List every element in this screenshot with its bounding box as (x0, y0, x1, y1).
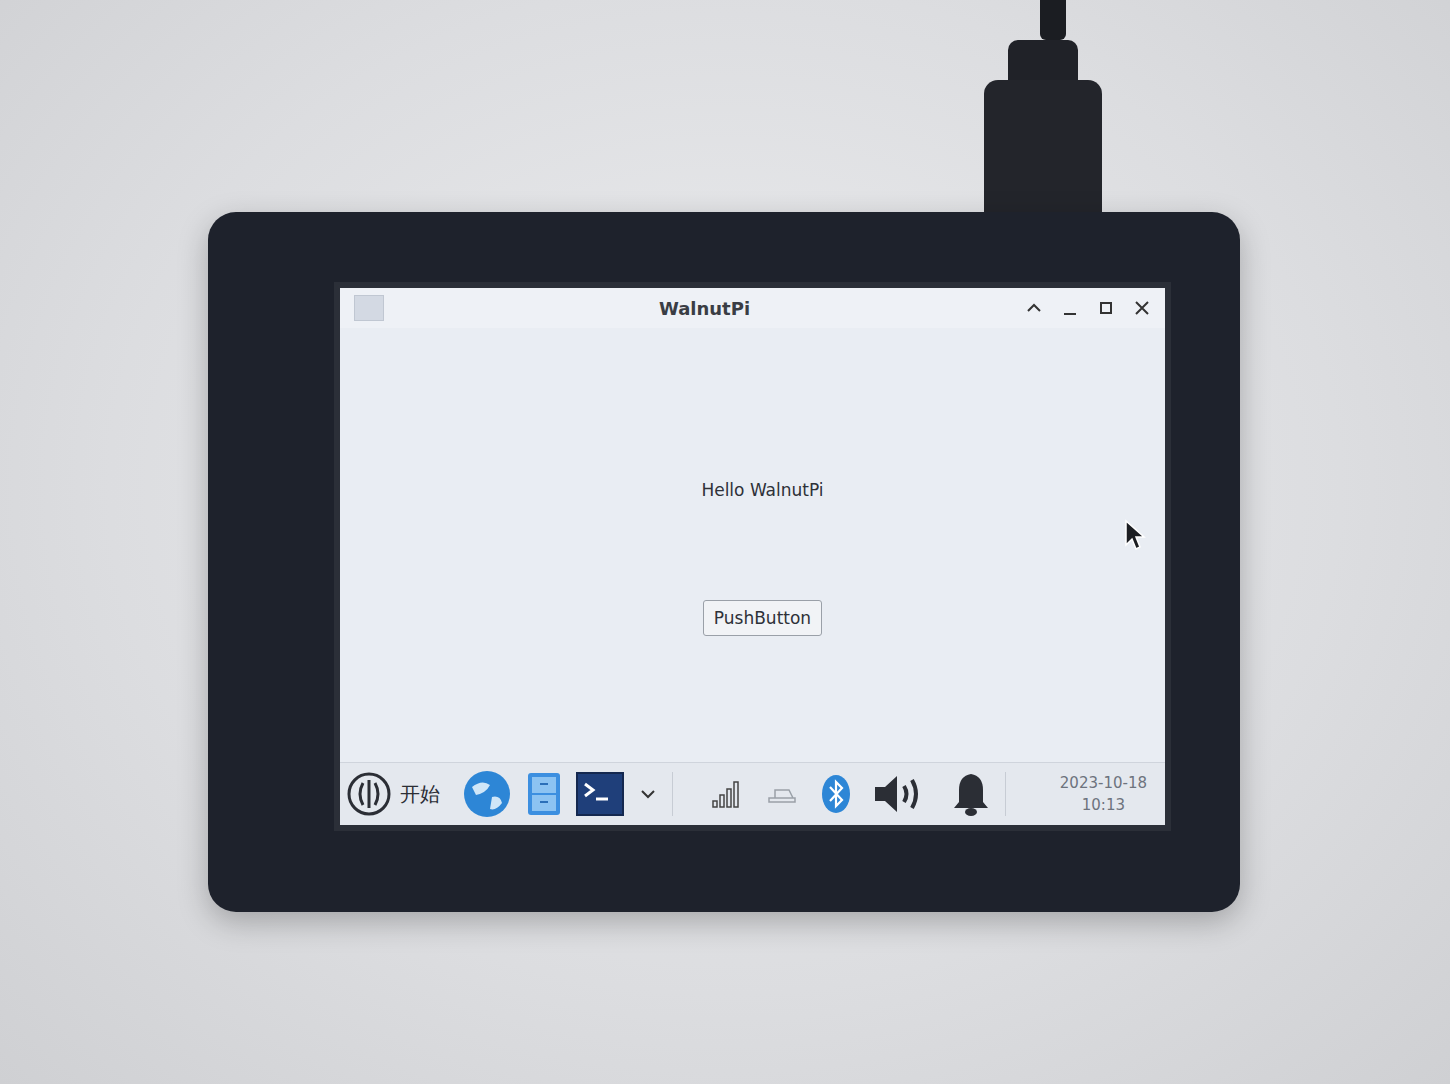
browser-icon[interactable] (462, 769, 512, 819)
clock-date: 2023-10-18 (1060, 772, 1147, 795)
desk: {"window": {"title": "WalnutPi"}, "conte… (0, 0, 1450, 1084)
close-icon[interactable] (1133, 299, 1151, 317)
start-logo-icon (346, 771, 392, 817)
hello-label: Hello WalnutPi (701, 480, 823, 500)
system-tray (711, 770, 991, 818)
volume-icon[interactable] (873, 772, 929, 816)
push-button[interactable]: PushButton (703, 600, 822, 636)
clock[interactable]: 2023-10-18 10:13 (1060, 772, 1159, 817)
bluetooth-icon[interactable] (821, 774, 851, 814)
window-menu-icon[interactable] (354, 295, 384, 321)
start-label: 开始 (400, 781, 440, 808)
clock-time: 10:13 (1082, 794, 1125, 817)
minimize-icon[interactable] (1061, 299, 1079, 317)
device-bezel: WalnutPi Hello WalnutPi PushButton (208, 212, 1240, 912)
maximize-icon[interactable] (1097, 299, 1115, 317)
usb-cable (984, 0, 1102, 222)
start-button[interactable]: 开始 (346, 771, 448, 817)
chevron-down-icon[interactable] (638, 784, 658, 804)
window-title: WalnutPi (394, 298, 1015, 319)
mouse-cursor-icon (1124, 519, 1146, 551)
screen: WalnutPi Hello WalnutPi PushButton (340, 288, 1165, 825)
network-signal-icon[interactable] (711, 779, 743, 809)
terminal-icon[interactable] (576, 772, 624, 816)
title-bar: WalnutPi (340, 288, 1165, 328)
window-content: Hello WalnutPi PushButton (340, 328, 1165, 762)
taskbar: 开始 (340, 762, 1165, 825)
notification-bell-icon[interactable] (951, 770, 991, 818)
input-device-icon[interactable] (765, 782, 799, 806)
shade-icon[interactable] (1025, 299, 1043, 317)
file-manager-icon[interactable] (526, 771, 562, 817)
